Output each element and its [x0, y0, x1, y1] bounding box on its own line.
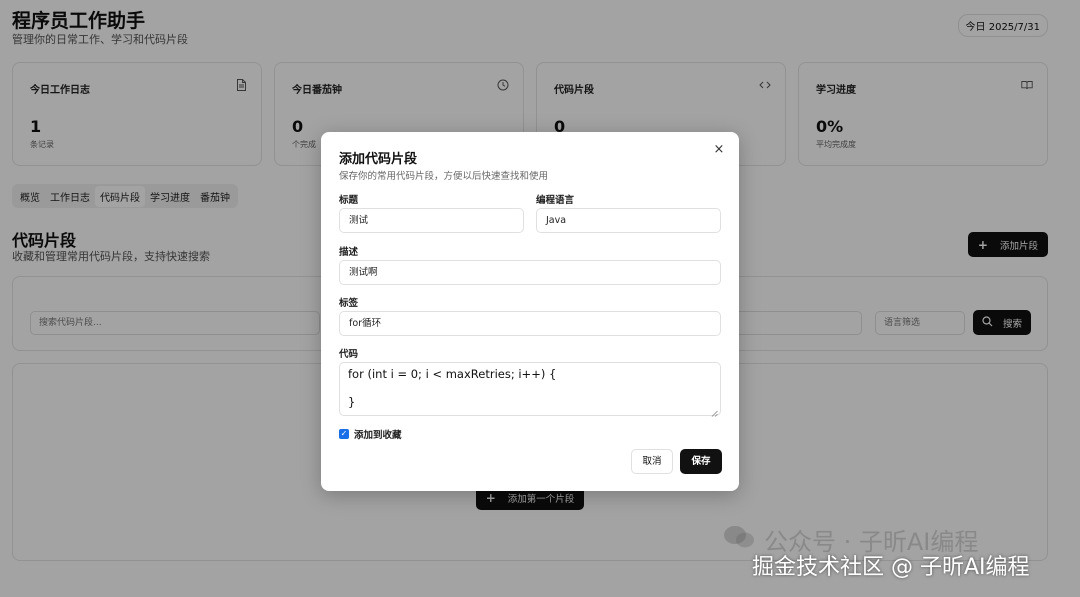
- save-button[interactable]: 保存: [680, 449, 722, 474]
- tags-field[interactable]: for循环: [339, 311, 721, 336]
- cancel-button[interactable]: 取消: [631, 449, 673, 474]
- watermark-main: 掘金技术社区 @ 子昕AI编程: [752, 555, 1030, 580]
- favorite-checkbox[interactable]: ✓: [339, 429, 349, 439]
- title-field[interactable]: 测试: [339, 208, 524, 233]
- resize-handle-icon[interactable]: [711, 406, 718, 417]
- code-label: 代码: [339, 349, 359, 360]
- title-label: 标题: [339, 195, 359, 206]
- dialog-description: 保存你的常用代码片段，方便以后快速查找和使用: [339, 171, 549, 182]
- code-line: for (int i = 0; i < maxRetries; i++) {: [348, 367, 557, 381]
- add-snippet-dialog: × 添加代码片段 保存你的常用代码片段，方便以后快速查找和使用 标题 测试 编程…: [321, 132, 739, 491]
- app-root: 程序员工作助手 管理你的日常工作、学习和代码片段 今日 2025/7/31 今日…: [0, 0, 1080, 597]
- close-icon[interactable]: ×: [713, 143, 725, 157]
- code-textarea[interactable]: for (int i = 0; i < maxRetries; i++) { }: [339, 362, 721, 417]
- dialog-title: 添加代码片段: [339, 152, 418, 167]
- language-select[interactable]: Java: [536, 208, 721, 233]
- wechat-icon: [722, 524, 756, 556]
- description-field[interactable]: 测试啊: [339, 260, 721, 285]
- code-line: }: [348, 395, 356, 409]
- description-label: 描述: [339, 247, 359, 258]
- language-label: 编程语言: [536, 195, 575, 206]
- favorite-label: 添加到收藏: [354, 430, 402, 441]
- tags-label: 标签: [339, 298, 359, 309]
